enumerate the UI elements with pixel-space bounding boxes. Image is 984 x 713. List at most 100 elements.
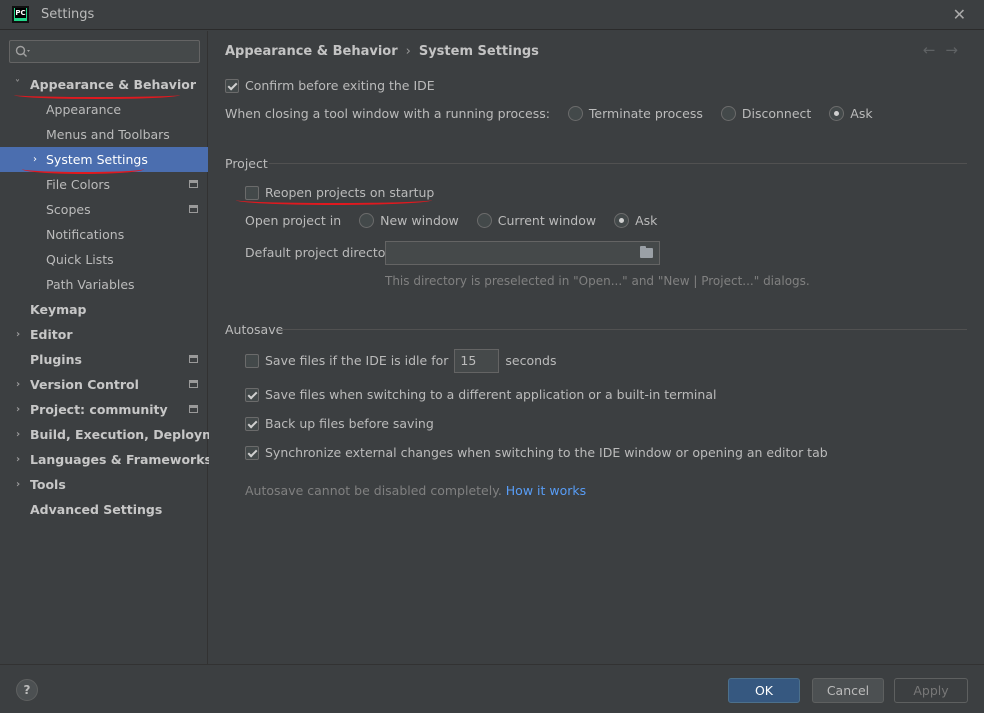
settings-sidebar: ˅ Appearance & Behavior Appearance Menus… bbox=[0, 31, 238, 664]
radio-label: Ask bbox=[850, 106, 873, 121]
open-project-in-row: Open project in New window Current windo… bbox=[245, 210, 657, 232]
sidebar-item-label: Notifications bbox=[46, 227, 125, 242]
autosave-section-title: Autosave bbox=[225, 322, 284, 337]
sidebar-item-keymap[interactable]: Keymap bbox=[0, 297, 208, 322]
sidebar-item-label: Version Control bbox=[30, 377, 139, 392]
sidebar-item-label: File Colors bbox=[46, 177, 111, 192]
save-idle-label: Save files if the IDE is idle for bbox=[265, 353, 449, 368]
red-annotation-underline bbox=[236, 195, 432, 205]
terminate-process-radio[interactable] bbox=[567, 106, 583, 121]
chevron-right-icon: › bbox=[16, 479, 21, 490]
logo-text: PC bbox=[15, 8, 26, 18]
sidebar-item-menus-toolbars[interactable]: Menus and Toolbars bbox=[0, 122, 208, 147]
search-input[interactable] bbox=[34, 43, 194, 60]
default-directory-field[interactable] bbox=[385, 241, 660, 265]
radio-label: Ask bbox=[635, 213, 658, 228]
confirm-exit-label: Confirm before exiting the IDE bbox=[245, 78, 435, 93]
title-bar: PC Settings ✕ bbox=[0, 0, 984, 30]
current-window-radio[interactable] bbox=[476, 213, 492, 228]
sidebar-item-editor[interactable]: › Editor bbox=[0, 322, 208, 347]
sidebar-item-quick-lists[interactable]: Quick Lists bbox=[0, 247, 208, 272]
sidebar-item-file-colors[interactable]: File Colors bbox=[0, 172, 208, 197]
autosave-note: Autosave cannot be disabled completely. … bbox=[245, 483, 586, 498]
sidebar-item-scopes[interactable]: Scopes bbox=[0, 197, 208, 222]
radio-label: Current window bbox=[497, 213, 597, 228]
sidebar-item-languages[interactable]: › Languages & Frameworks bbox=[0, 447, 212, 472]
pycharm-logo-icon: PC bbox=[12, 6, 29, 23]
ok-button[interactable]: OK bbox=[728, 678, 800, 703]
confirm-exit-checkbox[interactable] bbox=[225, 78, 239, 93]
breadcrumb-parent[interactable]: Appearance & Behavior bbox=[225, 44, 398, 59]
apply-button[interactable]: Apply bbox=[894, 678, 968, 703]
help-button[interactable]: ? bbox=[16, 679, 38, 701]
close-icon[interactable]: ✕ bbox=[953, 5, 966, 24]
sidebar-item-notifications[interactable]: Notifications bbox=[0, 222, 208, 247]
sync-row[interactable]: Synchronize external changes when switch… bbox=[245, 442, 828, 464]
save-switch-label: Save files when switching to a different… bbox=[265, 387, 717, 402]
sidebar-item-label: Advanced Settings bbox=[30, 502, 163, 517]
project-level-icon bbox=[189, 205, 198, 213]
backup-label: Back up files before saving bbox=[265, 416, 434, 431]
sidebar-item-label: Quick Lists bbox=[46, 252, 114, 267]
sidebar-item-tools[interactable]: › Tools bbox=[0, 472, 208, 497]
save-switch-row[interactable]: Save files when switching to a different… bbox=[245, 384, 716, 406]
sync-label: Synchronize external changes when switch… bbox=[265, 445, 828, 460]
sidebar-item-label: Appearance bbox=[46, 102, 122, 117]
sidebar-item-label: Project: community bbox=[30, 402, 168, 417]
sidebar-item-project[interactable]: › Project: community bbox=[0, 397, 208, 422]
sidebar-item-label: Languages & Frameworks bbox=[30, 452, 212, 467]
sidebar-item-version-control[interactable]: › Version Control bbox=[0, 372, 208, 397]
project-section-title: Project bbox=[225, 156, 268, 171]
confirm-exit-row[interactable]: Confirm before exiting the IDE bbox=[225, 75, 435, 97]
sidebar-item-plugins[interactable]: Plugins bbox=[0, 347, 208, 372]
save-idle-row: Save files if the IDE is idle for 15 secon… bbox=[245, 348, 557, 373]
sidebar-item-label: Scopes bbox=[46, 202, 91, 217]
sidebar-item-advanced-settings[interactable]: Advanced Settings bbox=[0, 497, 208, 522]
search-box[interactable] bbox=[9, 40, 200, 63]
project-level-icon bbox=[189, 355, 198, 363]
chevron-right-icon: › bbox=[16, 454, 21, 465]
sidebar-item-build-execution[interactable]: › Build, Execution, Deployment bbox=[0, 422, 238, 447]
sidebar-item-label: Build, Execution, Deployment bbox=[30, 427, 239, 442]
sidebar-item-label: Plugins bbox=[30, 352, 82, 367]
how-it-works-link[interactable]: How it works bbox=[506, 483, 586, 498]
breadcrumb: Appearance & Behavior › System Settings bbox=[225, 44, 539, 59]
sidebar-item-label: Editor bbox=[30, 327, 73, 342]
radio-label: Disconnect bbox=[741, 106, 812, 121]
seconds-label: seconds bbox=[505, 353, 557, 368]
chevron-right-icon: › bbox=[16, 379, 21, 390]
sidebar-item-label: Path Variables bbox=[46, 277, 135, 292]
dialog-footer: ? OK Cancel Apply bbox=[0, 664, 984, 713]
search-icon bbox=[15, 45, 30, 57]
radio-label: New window bbox=[380, 213, 459, 228]
breadcrumb-current: System Settings bbox=[418, 44, 539, 59]
project-level-icon bbox=[189, 180, 198, 188]
project-level-icon bbox=[189, 380, 198, 388]
autosave-note-text: Autosave cannot be disabled completely. bbox=[245, 483, 502, 498]
default-directory-hint: This directory is preselected in "Open..… bbox=[385, 274, 810, 288]
folder-icon[interactable] bbox=[640, 246, 653, 258]
section-divider bbox=[269, 163, 967, 164]
settings-content: Appearance & Behavior › System Settings ←→… bbox=[209, 31, 984, 664]
default-directory-label: Default project directory: bbox=[245, 245, 402, 260]
save-switch-checkbox[interactable] bbox=[245, 387, 259, 402]
sync-checkbox[interactable] bbox=[245, 445, 259, 460]
closing-tool-window-label: When closing a tool window with a runnin… bbox=[225, 106, 550, 121]
back-arrow-icon[interactable]: ← bbox=[923, 41, 946, 59]
new-window-radio[interactable] bbox=[359, 213, 375, 228]
disconnect-radio[interactable] bbox=[720, 106, 736, 121]
sidebar-item-label: Keymap bbox=[30, 302, 87, 317]
sidebar-item-path-variables[interactable]: Path Variables bbox=[0, 272, 208, 297]
radio-label: Terminate process bbox=[588, 106, 703, 121]
sidebar-item-label: Menus and Toolbars bbox=[46, 127, 170, 142]
save-idle-checkbox[interactable] bbox=[245, 353, 259, 368]
sidebar-item-appearance[interactable]: Appearance bbox=[0, 97, 208, 122]
cancel-button[interactable]: Cancel bbox=[812, 678, 884, 703]
backup-checkbox[interactable] bbox=[245, 416, 259, 431]
backup-row[interactable]: Back up files before saving bbox=[245, 413, 434, 435]
window-title: Settings bbox=[41, 7, 95, 22]
idle-seconds-input[interactable]: 15 bbox=[454, 348, 500, 373]
ask-radio[interactable] bbox=[829, 106, 845, 121]
forward-arrow-icon[interactable]: → bbox=[945, 41, 968, 59]
ask-open-radio[interactable] bbox=[614, 213, 630, 228]
